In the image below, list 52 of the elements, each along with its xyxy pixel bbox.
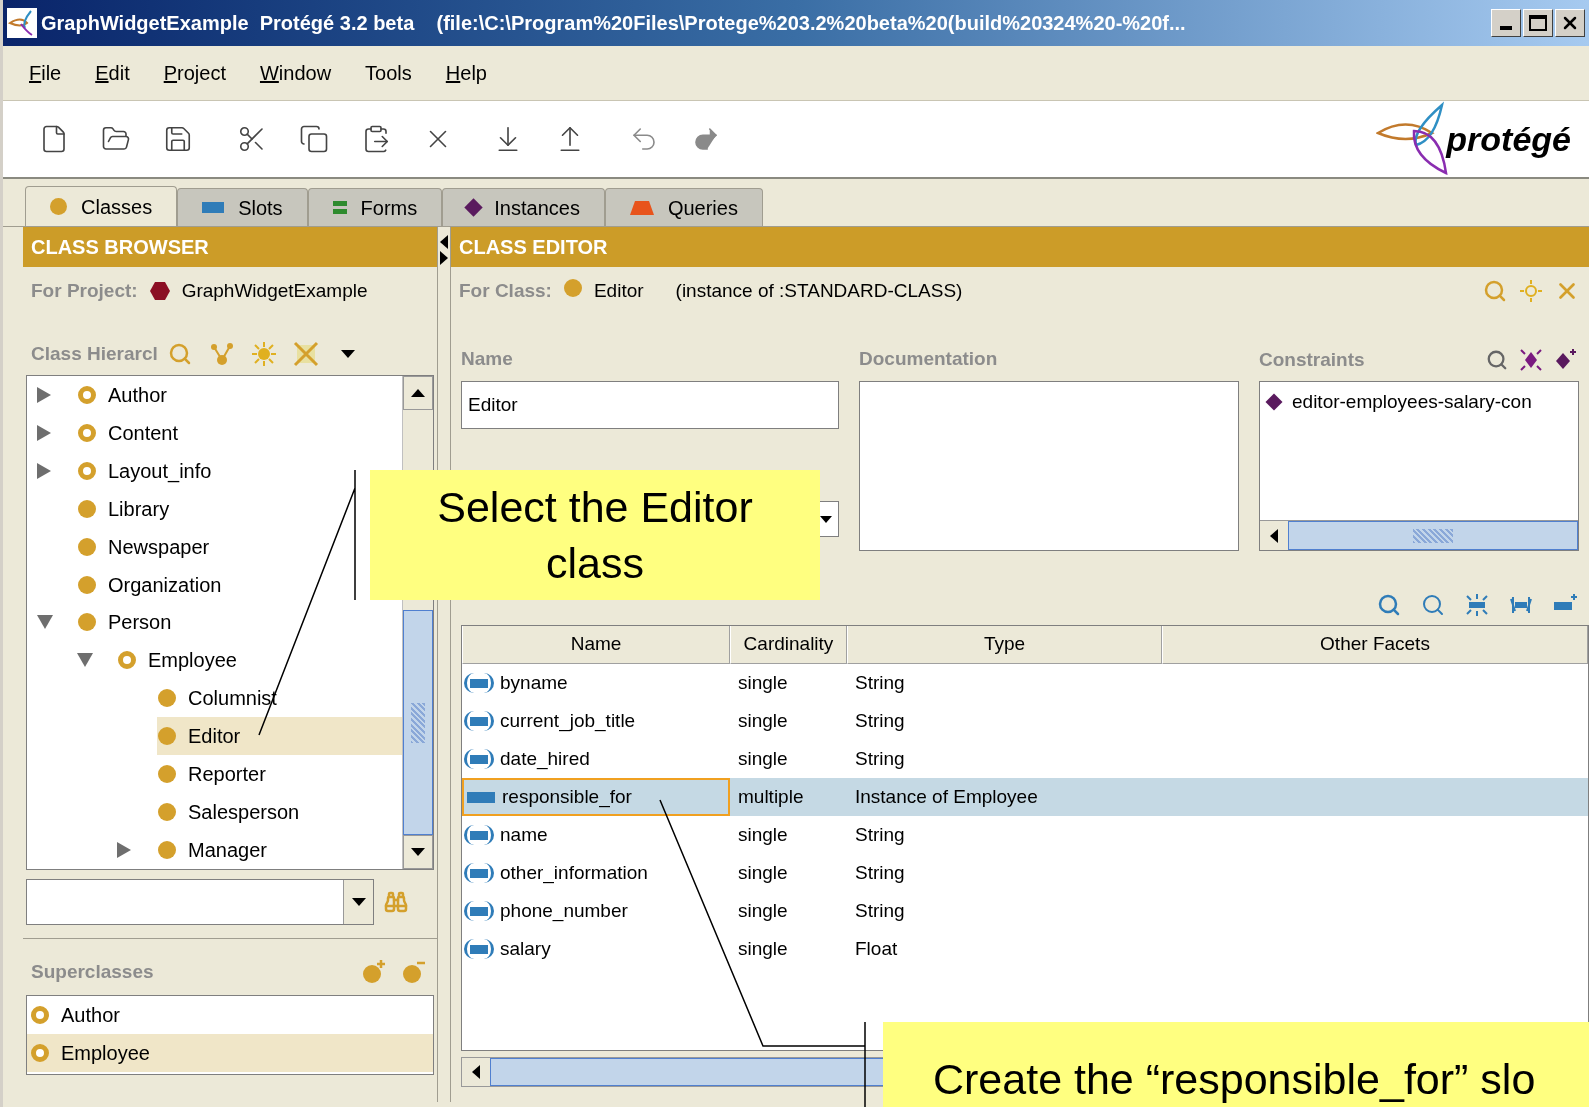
table-cell-text: String [855, 746, 905, 771]
panel-header: CLASS BROWSER [23, 227, 437, 267]
table-cell-text: phone_number [500, 898, 628, 924]
field-label: Superclasses [31, 959, 154, 984]
field-label: For Class: [459, 278, 552, 303]
table-cell-text: byname [500, 670, 568, 695]
table-cell-text: salary [500, 936, 551, 961]
table-cell-text: responsible_for [502, 784, 632, 810]
panel-header: CLASS EDITOR [451, 227, 1589, 267]
field-label: For Project: [31, 278, 138, 303]
class-name: Editor [188, 724, 241, 750]
class-name: Salesperson [188, 800, 300, 826]
class-name: Editor [593, 278, 644, 303]
class-name: Library [108, 496, 170, 522]
field-label: Documentation [859, 347, 999, 371]
table-cell-text: single [738, 670, 788, 695]
class-name: Manager [188, 838, 267, 863]
instance-of-text: (instance of :STANDARD-CLASS) [675, 278, 963, 303]
table-cell-text: single [738, 746, 788, 771]
table-cell-text: String [855, 708, 905, 733]
table-cell-text: date_hired [500, 746, 590, 772]
table-cell-text: String [855, 670, 905, 695]
class-name: Content [108, 420, 179, 446]
table-cell-text: Float [855, 936, 898, 961]
table-cell-text: multiple [738, 784, 804, 809]
class-name: Layout_info [108, 458, 212, 485]
table-cell-text: String [855, 860, 905, 885]
field-label: Constraints [1259, 347, 1365, 372]
class-name: Organization [108, 572, 222, 598]
table-cell-text: Instance of Employee [855, 784, 1038, 809]
class-name: Employee [148, 648, 237, 674]
class-name: Person [108, 610, 172, 636]
class-name: Author [108, 382, 167, 408]
callout-tooltip: Create the “responsible_for” slo [883, 1022, 1589, 1107]
table-cell-text: String [855, 898, 905, 923]
field-label: Class Hierarcl [31, 341, 158, 366]
window-title: GraphWidgetExample Protégé 3.2 beta (file:\C:\Program%20Files\Protege%203.2%20beta%20(build%20324%20-%20f... [41, 11, 1187, 36]
protege-logo: protégé [1376, 101, 1571, 177]
table-cell-text: single [738, 822, 788, 847]
table-cell-text: other_information [500, 860, 648, 886]
table-cell-text: name [500, 822, 548, 847]
table-cell-text: single [738, 936, 788, 961]
field-label: Name [461, 347, 514, 371]
class-name: Reporter [188, 762, 266, 788]
table-cell-text: current_job_title [500, 708, 636, 734]
table-cell-text: String [855, 822, 905, 847]
callout-tooltip: Select the Editor class [370, 470, 820, 600]
table-cell-text: single [738, 860, 788, 885]
table-cell-text: single [738, 708, 788, 733]
table-cell-text: single [738, 898, 788, 923]
project-name: GraphWidgetExample [181, 278, 368, 303]
class-name: Newspaper [108, 534, 210, 560]
